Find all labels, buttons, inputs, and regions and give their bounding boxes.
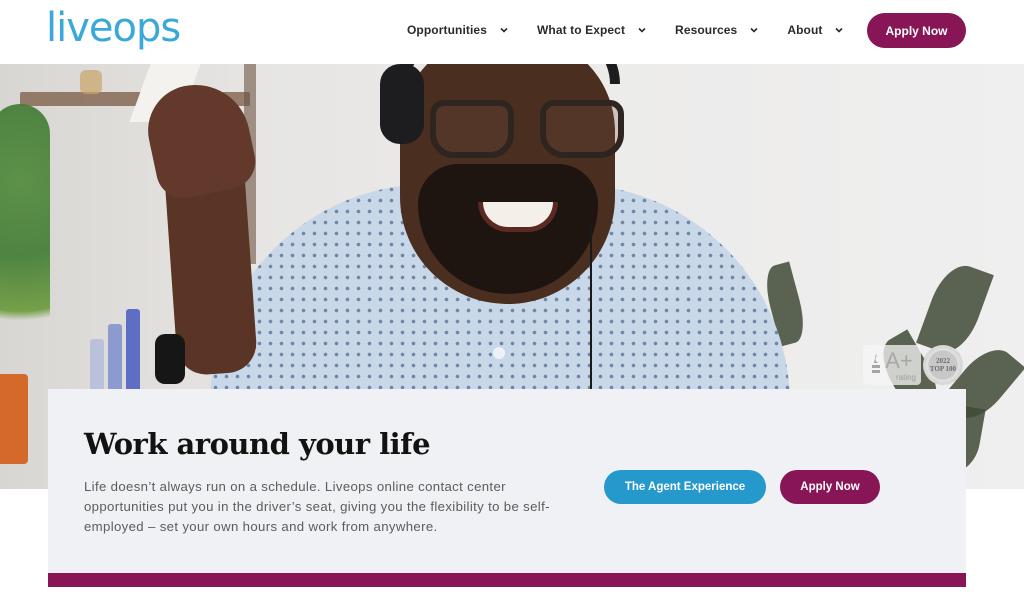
chevron-down-icon [834, 25, 844, 35]
bbb-rating-text: rating [895, 373, 916, 382]
chevron-down-icon [749, 25, 759, 35]
background-jar [80, 70, 102, 94]
nav-item-opportunities[interactable]: Opportunities [407, 23, 509, 37]
nav-item-label: Opportunities [407, 23, 487, 37]
bbb-grade: A+ [885, 348, 913, 373]
chevron-down-icon [499, 25, 509, 35]
liveops-logo[interactable]: liveops [46, 4, 181, 52]
nav-item-resources[interactable]: Resources [675, 23, 759, 37]
person-bracelet [155, 334, 185, 384]
hero-content-card: Work around your life Life doesn’t alway… [48, 389, 966, 573]
background-pot [0, 374, 28, 464]
header-apply-now-button[interactable]: Apply Now [867, 13, 966, 48]
headset-earpiece [380, 64, 424, 144]
seal-text: TOP 100 [929, 365, 957, 373]
bbb-torch-icon [872, 354, 880, 373]
chevron-down-icon [637, 25, 647, 35]
top-100-seal-badge[interactable]: 2022 TOP 100 [923, 345, 963, 385]
seal-year: 2022 [936, 357, 950, 365]
hero-description: Life doesn’t always run on a schedule. L… [84, 479, 550, 534]
nav-item-label: About [787, 23, 823, 37]
trust-badges: A+ rating 2022 TOP 100 [863, 345, 963, 385]
shirt-button [493, 347, 505, 359]
nav-item-about[interactable]: About [787, 23, 844, 37]
main-nav: Opportunities What to Expect Resources A… [407, 0, 872, 60]
apply-now-button[interactable]: Apply Now [780, 470, 880, 504]
background-books [90, 309, 160, 399]
agent-experience-button[interactable]: The Agent Experience [604, 470, 766, 504]
page-title: Work around your life [84, 427, 431, 461]
background-plant-left [0, 104, 50, 364]
person-glasses [430, 100, 630, 160]
nav-item-label: Resources [675, 23, 738, 37]
site-header: liveops Opportunities What to Expect Res… [0, 0, 1024, 64]
nav-item-label: What to Expect [536, 23, 626, 37]
accent-bar [48, 573, 966, 587]
bbb-rating-badge[interactable]: A+ rating [863, 345, 921, 385]
nav-item-what-to-expect[interactable]: What to Expect [537, 23, 647, 37]
